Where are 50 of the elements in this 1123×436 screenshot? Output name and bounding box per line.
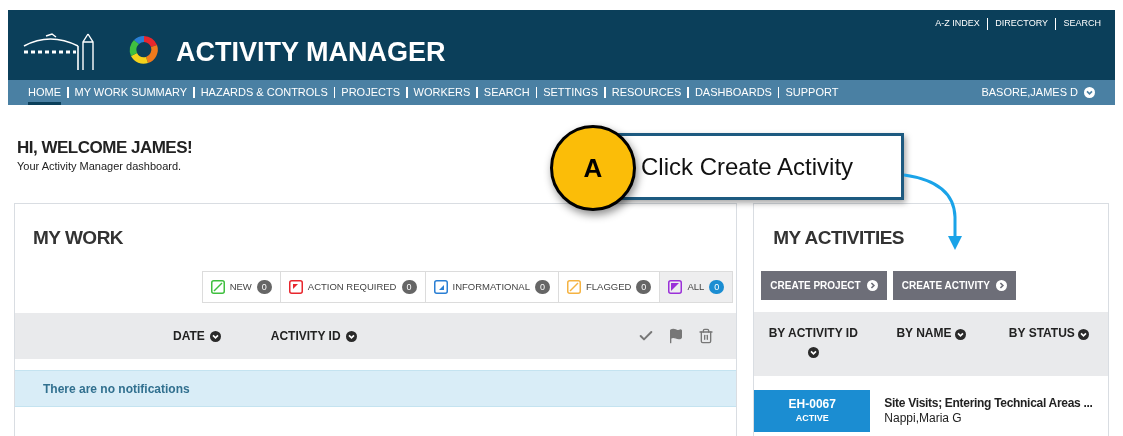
nav-tab[interactable]: WORKERS bbox=[413, 80, 471, 105]
count-badge: 0 bbox=[709, 280, 725, 295]
nav-tab[interactable]: SETTINGS bbox=[543, 80, 599, 105]
activity-status: ACTIVE bbox=[795, 412, 829, 425]
welcome-title: HI, WELCOME JAMES! bbox=[17, 137, 193, 159]
welcome-subtitle: Your Activity Manager dashboard. bbox=[17, 159, 182, 175]
nav-tab[interactable]: HOME bbox=[28, 80, 61, 105]
app-title: ACTIVITY MANAGER bbox=[176, 39, 446, 66]
panel-title: MY WORK bbox=[33, 225, 124, 250]
callout-text: Click Create Activity bbox=[641, 151, 854, 182]
nav-tab[interactable]: SEARCH bbox=[483, 80, 530, 105]
user-menu[interactable]: BASORE,JAMES D bbox=[981, 84, 1095, 101]
flag-icon[interactable] bbox=[668, 328, 685, 345]
activity-id: EH-0067 bbox=[788, 397, 836, 412]
count-badge: 0 bbox=[256, 280, 272, 295]
column-header[interactable]: DATE bbox=[173, 327, 221, 346]
column-header[interactable]: BY NAME bbox=[872, 324, 991, 377]
nav-tab[interactable]: PROJECTS bbox=[341, 80, 400, 105]
count-badge: 0 bbox=[534, 280, 550, 295]
chevron-down-icon bbox=[209, 330, 221, 342]
chevron-right-icon bbox=[866, 280, 878, 292]
trash-icon[interactable] bbox=[698, 328, 715, 345]
column-header[interactable]: BY ACTIVITY ID bbox=[754, 324, 873, 377]
column-header[interactable]: BY STATUS bbox=[990, 324, 1108, 377]
column-header[interactable]: ACTIVITY ID bbox=[270, 327, 357, 346]
nav-tab[interactable]: HAZARDS & CONTROLS bbox=[200, 80, 328, 105]
chevron-down-icon bbox=[345, 330, 357, 342]
empty-notice: There are no notifications bbox=[15, 370, 737, 408]
activity-id-badge[interactable]: EH-0067 ACTIVE bbox=[754, 390, 871, 433]
count-badge: 0 bbox=[401, 280, 417, 295]
activity-name: Site Visits; Entering Technical Areas ... bbox=[884, 396, 1093, 412]
chevron-down-icon bbox=[807, 346, 819, 358]
nav-tab[interactable]: RESOURCES bbox=[611, 80, 682, 105]
chevron-right-icon bbox=[996, 280, 1008, 292]
count-badge: 0 bbox=[636, 280, 652, 295]
utility-link[interactable]: DIRECTORY bbox=[995, 17, 1048, 31]
panel-title: MY ACTIVITIES bbox=[773, 225, 905, 250]
nav-tab[interactable]: MY WORK SUMMARY bbox=[74, 80, 188, 105]
create-button[interactable]: CREATE ACTIVITY bbox=[892, 271, 1017, 301]
chevron-down-icon bbox=[954, 328, 966, 340]
nav-tab[interactable]: DASHBOARDS bbox=[694, 80, 772, 105]
chevron-down-icon bbox=[1078, 328, 1090, 340]
utility-link[interactable]: SEARCH bbox=[1063, 17, 1101, 31]
chevron-down-icon bbox=[1084, 87, 1095, 98]
utility-link[interactable]: A-Z INDEX bbox=[935, 17, 980, 31]
filter-tab[interactable]: ALL 0 bbox=[659, 272, 733, 303]
step-badge: A bbox=[550, 125, 636, 211]
activity-owner: Nappi,Maria G bbox=[884, 411, 963, 427]
nav-tab[interactable]: SUPPORT bbox=[785, 80, 839, 105]
create-button[interactable]: CREATE PROJECT bbox=[761, 271, 887, 301]
